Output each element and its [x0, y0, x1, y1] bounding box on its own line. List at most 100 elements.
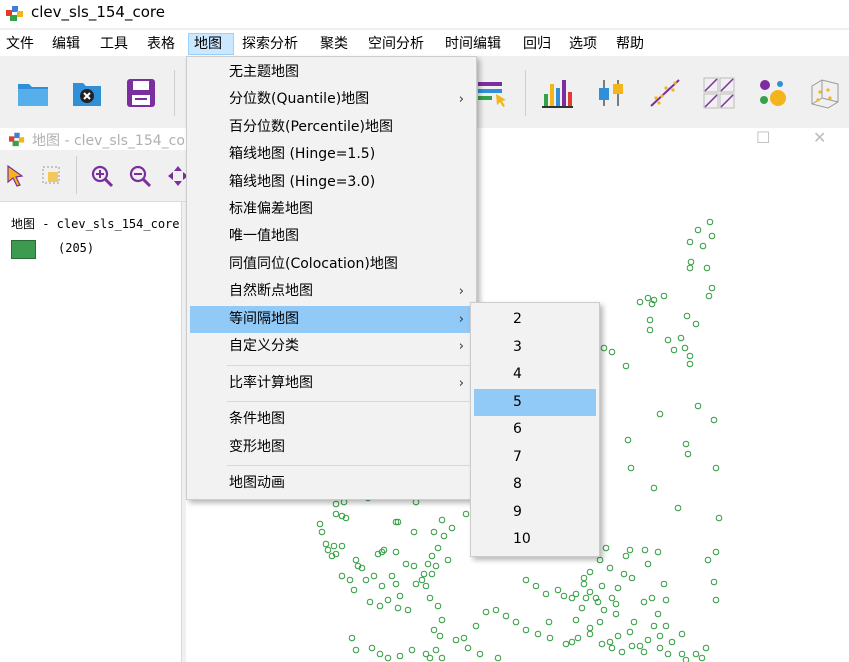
menu-options[interactable]: 选项 [567, 33, 599, 55]
list-select-icon[interactable] [476, 76, 510, 110]
menu-edit[interactable]: 编辑 [50, 33, 82, 55]
submenu-item-5[interactable]: 5 [474, 389, 596, 416]
menu-item-rates-map[interactable]: 比率计算地图 › [190, 370, 474, 397]
3d-scatter-icon[interactable] [808, 76, 842, 110]
map-point [600, 344, 608, 352]
submenu-item-2[interactable]: 2 [474, 306, 596, 333]
menu-item-colocation-map[interactable]: 同值同位(Colocation)地图 [190, 251, 474, 278]
menu-item-box-map-1-5[interactable]: 箱线地图 (Hinge=1.5) [190, 141, 474, 168]
menu-item-std-dev-map[interactable]: 标准偏差地图 [190, 196, 474, 223]
toolbar-separator [76, 156, 77, 194]
map-point [668, 638, 676, 646]
map-point [408, 646, 416, 654]
menu-item-unique-values-map[interactable]: 唯一值地图 [190, 223, 474, 250]
map-point [444, 556, 452, 564]
menu-item-natural-breaks-map[interactable]: 自然断点地图 › [190, 278, 474, 305]
menu-tools[interactable]: 工具 [98, 33, 130, 55]
map-point [654, 548, 662, 556]
menu-help[interactable]: 帮助 [614, 33, 646, 55]
map-point [578, 604, 586, 612]
map-point [686, 360, 694, 368]
histogram-icon[interactable] [540, 76, 574, 110]
map-point [712, 596, 720, 604]
menu-table[interactable]: 表格 [145, 33, 177, 55]
map-point [554, 586, 562, 594]
map-point [436, 632, 444, 640]
map-point [368, 644, 376, 652]
map-point [618, 648, 626, 656]
scatter-matrix-icon[interactable] [702, 76, 736, 110]
map-point [712, 548, 720, 556]
map-point [681, 344, 689, 352]
box-plot-icon[interactable] [594, 76, 628, 110]
chevron-right-icon: › [458, 284, 464, 299]
submenu-item-4[interactable]: 4 [474, 361, 596, 388]
legend-swatch[interactable] [11, 240, 36, 259]
menu-spatial[interactable]: 空间分析 [366, 33, 426, 55]
map-point [438, 654, 446, 662]
map-point [708, 232, 716, 240]
menu-regression[interactable]: 回归 [521, 33, 553, 55]
map-point [582, 594, 590, 602]
submenu-item-8[interactable]: 8 [474, 471, 596, 498]
map-point [422, 582, 430, 590]
map-point [687, 258, 695, 266]
map-point [560, 592, 568, 600]
menu-item-quantile-map[interactable]: 分位数(Quantile)地图 › [190, 86, 474, 113]
select-pointer-icon[interactable] [4, 164, 28, 188]
menu-item-percentile-map[interactable]: 百分位数(Percentile)地图 [190, 114, 474, 141]
map-point [412, 580, 420, 588]
legend-count: (205) [58, 241, 95, 255]
menu-item-map-animation[interactable]: 地图动画 [190, 470, 474, 497]
map-window-title: 地图 - clev_sls_154_core [32, 133, 199, 149]
menu-file[interactable]: 文件 [4, 33, 36, 55]
menu-explore[interactable]: 探索分析 [240, 33, 300, 55]
menu-item-label: 同值同位(Colocation)地图 [229, 256, 398, 272]
map-point [614, 584, 622, 592]
select-region-icon[interactable] [40, 164, 64, 188]
map-point [420, 570, 428, 578]
map-point [370, 572, 378, 580]
save-icon[interactable] [124, 76, 158, 110]
map-point [462, 510, 470, 518]
menu-item-no-theme-map[interactable]: 无主题地图 [190, 59, 474, 86]
bubble-chart-icon[interactable] [756, 76, 790, 110]
map-point [644, 636, 652, 644]
close-file-icon[interactable] [70, 76, 104, 110]
submenu-item-6[interactable]: 6 [474, 416, 596, 443]
map-point [608, 594, 616, 602]
map-point [522, 626, 530, 634]
open-folder-icon[interactable] [16, 76, 50, 110]
map-point [626, 546, 634, 554]
menu-item-cartogram[interactable]: 变形地图 [190, 434, 474, 461]
menu-item-box-map-3-0[interactable]: 箱线地图 (Hinge=3.0) [190, 169, 474, 196]
menu-item-conditional-map[interactable]: 条件地图 [190, 406, 474, 433]
map-point [324, 546, 332, 554]
map-point [346, 576, 354, 584]
map-point [426, 594, 434, 602]
close-icon[interactable]: ✕ [813, 128, 826, 147]
menu-cluster[interactable]: 聚类 [318, 33, 350, 55]
menu-item-equal-intervals-map[interactable]: 等间隔地图 › [190, 306, 474, 333]
menu-item-custom-breaks[interactable]: 自定义分类 › [190, 333, 474, 360]
zoom-out-icon[interactable] [128, 164, 152, 188]
map-point [338, 542, 346, 550]
map-point [654, 610, 662, 618]
map-point [710, 578, 718, 586]
submenu-item-9[interactable]: 9 [474, 499, 596, 526]
map-point [703, 264, 711, 272]
map-point [542, 590, 550, 598]
menu-time[interactable]: 时间编辑 [443, 33, 503, 55]
maximize-icon[interactable]: ☐ [756, 128, 770, 147]
toolbar-separator [525, 70, 526, 116]
map-point [318, 528, 326, 536]
scatter-plot-icon[interactable] [648, 76, 682, 110]
chevron-right-icon: › [458, 312, 464, 327]
submenu-item-3[interactable]: 3 [474, 334, 596, 361]
submenu-item-7[interactable]: 7 [474, 444, 596, 471]
menu-map[interactable]: 地图 [188, 33, 234, 55]
chevron-right-icon: › [458, 339, 464, 354]
submenu-item-10[interactable]: 10 [474, 526, 596, 553]
map-point [572, 616, 580, 624]
zoom-in-icon[interactable] [90, 164, 114, 188]
